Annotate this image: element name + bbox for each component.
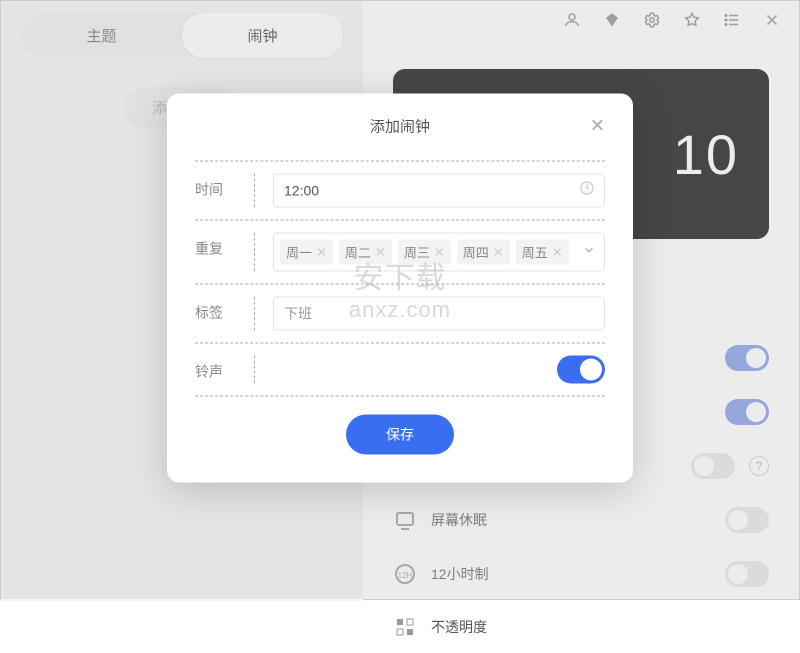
ringtone-toggle[interactable] [557,356,605,384]
clock-icon[interactable] [579,180,595,201]
dialog-title-text: 添加闹钟 [370,119,430,136]
tag-input[interactable] [273,297,605,331]
chip-tue[interactable]: 周二✕ [339,240,392,265]
chip-label: 周四 [463,243,489,262]
row-ringtone: 铃声 [195,343,605,397]
repeat-label: 重复 [195,233,255,272]
tag-label: 标签 [195,297,255,331]
chip-label: 周三 [404,243,430,262]
time-input[interactable] [273,174,605,208]
chip-remove-icon[interactable]: ✕ [552,244,563,260]
row-tag: 标签 [195,284,605,343]
dialog-close-icon[interactable]: ✕ [590,116,605,137]
chip-fri[interactable]: 周五✕ [516,240,569,265]
row-repeat: 重复 周一✕ 周二✕ 周三✕ 周四✕ 周五✕ [195,220,605,284]
chip-remove-icon[interactable]: ✕ [434,244,445,260]
chip-remove-icon[interactable]: ✕ [375,244,386,260]
chip-thu[interactable]: 周四✕ [457,240,510,265]
row-time: 时间 [195,161,605,220]
add-alarm-dialog: 添加闹钟 ✕ 时间 重复 周一✕ 周二✕ 周三✕ 周四✕ 周五✕ [167,94,633,483]
setting-row-opacity: 不透明度 [393,601,769,653]
save-button[interactable]: 保存 [346,415,454,455]
opacity-label: 不透明度 [431,617,769,637]
repeat-chips[interactable]: 周一✕ 周二✕ 周三✕ 周四✕ 周五✕ [273,233,605,272]
chip-mon[interactable]: 周一✕ [280,240,333,265]
chevron-down-icon[interactable] [582,243,596,262]
chip-remove-icon[interactable]: ✕ [493,244,504,260]
chip-label: 周一 [286,243,312,262]
chip-label: 周二 [345,243,371,262]
opacity-icon [393,615,417,639]
ringtone-label: 铃声 [195,356,255,384]
chip-wed[interactable]: 周三✕ [398,240,451,265]
time-label: 时间 [195,174,255,208]
chip-remove-icon[interactable]: ✕ [316,244,327,260]
chip-label: 周五 [522,243,548,262]
dialog-title: 添加闹钟 ✕ [195,116,605,137]
